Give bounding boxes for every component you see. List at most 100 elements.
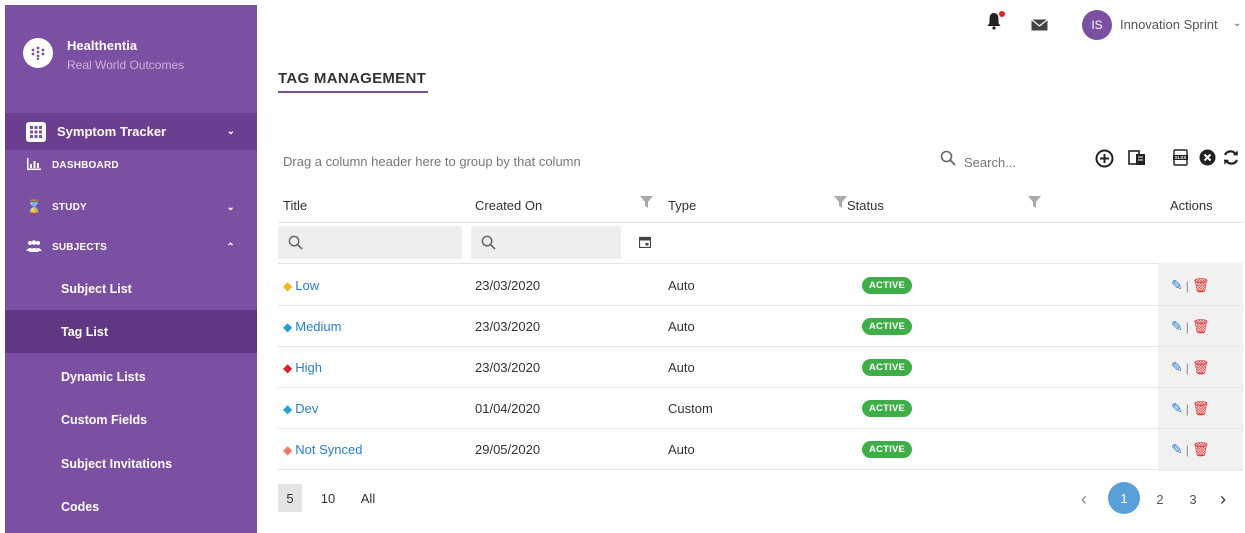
title-underline xyxy=(278,91,428,93)
edit-icon[interactable]: ✎ xyxy=(1171,441,1183,458)
sidebar-item-subject-list[interactable]: Subject List xyxy=(5,267,257,310)
title-cell[interactable]: ◆ Not Synced xyxy=(283,429,362,470)
tag-title-link[interactable]: Not Synced xyxy=(295,442,362,457)
tag-icon: ◆ xyxy=(283,319,293,334)
tag-icon: ◆ xyxy=(283,401,293,416)
type-cell: Auto xyxy=(668,360,695,375)
filter-funnel-icon[interactable] xyxy=(834,196,847,211)
tag-icon: ◆ xyxy=(283,278,293,293)
edit-icon[interactable]: ✎ xyxy=(1171,400,1183,417)
status-badge: ACTIVE xyxy=(862,277,913,294)
edit-icon[interactable]: ✎ xyxy=(1171,277,1183,294)
export-xlsx-icon[interactable]: XLSX xyxy=(1173,149,1188,171)
nav-dashboard[interactable]: DASHBOARD xyxy=(5,145,257,185)
chevron-down-icon: ⌄ xyxy=(226,126,235,137)
nav-study[interactable]: ⌛ STUDY ⌄ xyxy=(5,187,257,227)
bar-chart-icon xyxy=(26,157,42,173)
healthentia-logo-icon xyxy=(31,46,45,61)
next-page-icon[interactable]: › xyxy=(1213,484,1233,514)
page-3[interactable]: 3 xyxy=(1183,484,1203,514)
title-cell[interactable]: ◆ Medium xyxy=(283,306,341,347)
hourglass-icon: ⌛ xyxy=(26,199,43,214)
title-cell[interactable]: ◆ Low xyxy=(283,265,319,306)
title-cell[interactable]: ◆ Dev xyxy=(283,388,318,429)
tag-title-link[interactable]: Medium xyxy=(295,319,341,334)
group-by-hint[interactable]: Drag a column header here to group by th… xyxy=(283,154,581,169)
nav-subjects[interactable]: SUBJECTS ⌃ xyxy=(5,227,257,267)
title-filter-input[interactable] xyxy=(278,226,462,259)
filter-funnel-icon[interactable] xyxy=(640,196,653,211)
row-actions: ✎ | 🗑 xyxy=(1171,388,1210,429)
created-on-cell: 23/03/2020 xyxy=(475,360,541,375)
people-icon xyxy=(26,239,42,255)
table-row[interactable]: ◆ Medium 23/03/2020 Auto ACTIVE ✎ | 🗑 xyxy=(278,306,1243,347)
type-cell: Auto xyxy=(668,442,695,457)
sidebar: Healthentia Real World Outcomes Symptom … xyxy=(5,5,257,533)
status-cell: ACTIVE xyxy=(862,429,913,470)
avatar[interactable]: IS xyxy=(1082,10,1112,40)
delete-icon[interactable]: 🗑 xyxy=(1192,400,1210,417)
search-input[interactable] xyxy=(962,151,1072,173)
status-cell: ACTIVE xyxy=(862,265,913,306)
brand-logo xyxy=(23,38,53,68)
brand-name: Healthentia xyxy=(67,38,138,53)
sidebar-item-custom-fields[interactable]: Custom Fields xyxy=(5,398,257,441)
refresh-icon[interactable] xyxy=(1222,149,1240,171)
search-icon xyxy=(288,235,303,250)
clear-filter-icon[interactable] xyxy=(1199,149,1216,171)
page-size-5[interactable]: 5 xyxy=(278,484,302,512)
tag-icon: ◆ xyxy=(283,442,293,457)
sidebar-item-tag-list[interactable]: Tag List xyxy=(5,310,257,353)
row-actions: ✎ | 🗑 xyxy=(1171,429,1210,470)
edit-icon[interactable]: ✎ xyxy=(1171,359,1183,376)
user-name[interactable]: Innovation Sprint xyxy=(1120,17,1218,32)
sidebar-item-codes[interactable]: Codes xyxy=(5,485,257,528)
chevron-down-icon[interactable]: ⌄ xyxy=(1233,18,1241,29)
tag-icon: ◆ xyxy=(283,360,293,375)
delete-icon[interactable]: 🗑 xyxy=(1192,277,1210,294)
nav-label: DASHBOARD xyxy=(52,159,119,171)
column-header-title[interactable]: Title xyxy=(283,188,307,222)
page-size-10[interactable]: 10 xyxy=(316,484,340,512)
status-cell: ACTIVE xyxy=(862,388,913,429)
mail-icon[interactable] xyxy=(1031,18,1048,36)
page-title: TAG MANAGEMENT xyxy=(278,70,427,87)
type-cell: Custom xyxy=(668,401,713,416)
page-2[interactable]: 2 xyxy=(1150,484,1170,514)
type-cell: Auto xyxy=(668,278,695,293)
column-header-status[interactable]: Status xyxy=(847,188,884,222)
tag-title-link[interactable]: High xyxy=(295,360,322,375)
table-row[interactable]: ◆ Low 23/03/2020 Auto ACTIVE ✎ | 🗑 xyxy=(278,265,1243,306)
page-size-all[interactable]: All xyxy=(356,484,380,512)
row-actions: ✎ | 🗑 xyxy=(1171,265,1210,306)
header-divider xyxy=(278,222,1243,223)
edit-icon[interactable]: ✎ xyxy=(1171,318,1183,335)
action-separator: | xyxy=(1185,319,1189,334)
filter-divider xyxy=(278,263,1243,264)
add-circle-icon[interactable] xyxy=(1095,149,1114,173)
sidebar-item-dynamic-lists[interactable]: Dynamic Lists xyxy=(5,355,257,398)
module-label: Symptom Tracker xyxy=(57,124,167,139)
action-separator: | xyxy=(1185,401,1189,416)
delete-icon[interactable]: 🗑 xyxy=(1192,318,1210,335)
prev-page-icon[interactable]: ‹ xyxy=(1074,484,1094,514)
page-1[interactable]: 1 xyxy=(1108,482,1140,514)
table-row[interactable]: ◆ Not Synced 29/05/2020 Auto ACTIVE ✎ | 🗑 xyxy=(278,429,1243,470)
search-icon xyxy=(481,235,496,250)
filter-funnel-icon[interactable] xyxy=(1028,196,1041,211)
status-cell: ACTIVE xyxy=(862,347,913,388)
tag-title-link[interactable]: Low xyxy=(295,278,319,293)
tag-title-link[interactable]: Dev xyxy=(295,401,318,416)
table-row[interactable]: ◆ Dev 01/04/2020 Custom ACTIVE ✎ | 🗑 xyxy=(278,388,1243,429)
brand-subtitle: Real World Outcomes xyxy=(67,58,185,72)
table-row[interactable]: ◆ High 23/03/2020 Auto ACTIVE ✎ | 🗑 xyxy=(278,347,1243,388)
calendar-icon[interactable] xyxy=(638,236,652,251)
column-header-type[interactable]: Type xyxy=(668,188,696,222)
created-on-filter-input[interactable] xyxy=(471,226,621,259)
delete-icon[interactable]: 🗑 xyxy=(1192,441,1210,458)
column-header-created-on[interactable]: Created On xyxy=(475,188,542,222)
delete-icon[interactable]: 🗑 xyxy=(1192,359,1210,376)
column-chooser-icon[interactable] xyxy=(1128,149,1146,171)
sidebar-item-subject-invitations[interactable]: Subject Invitations xyxy=(5,442,257,485)
title-cell[interactable]: ◆ High xyxy=(283,347,322,388)
